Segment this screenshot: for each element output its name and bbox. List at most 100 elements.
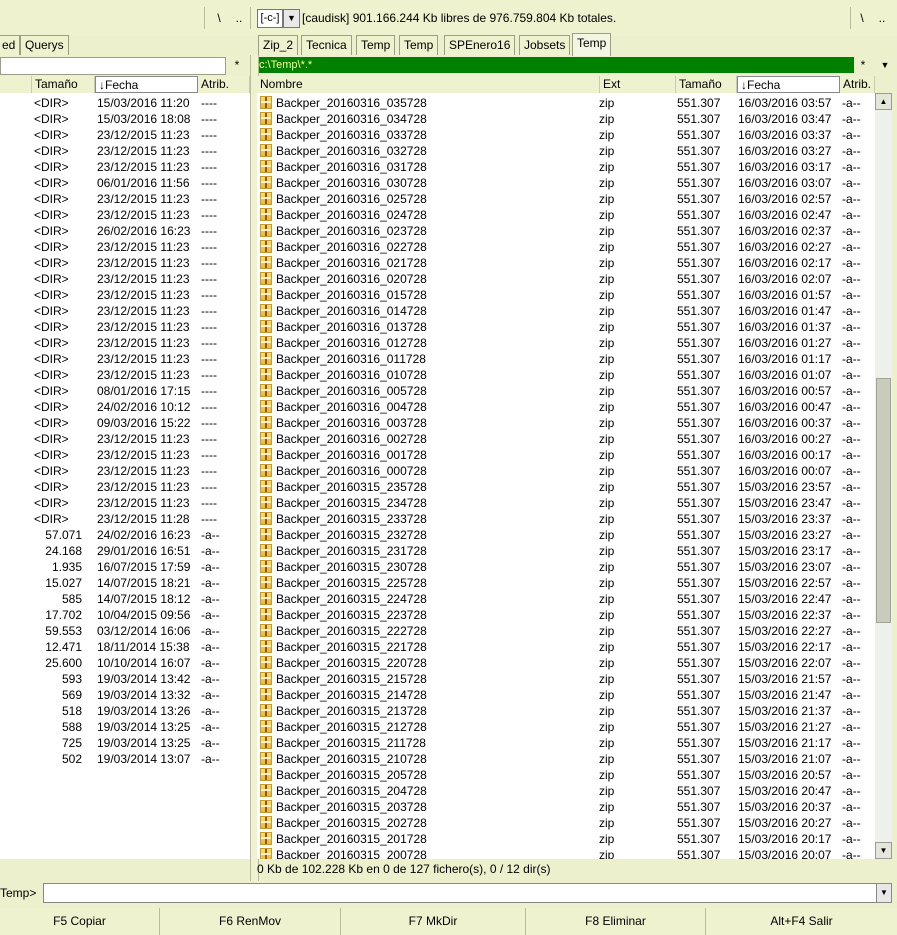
f5-copy-button[interactable]: F5 Copiar	[0, 908, 160, 935]
table-row[interactable]: Backper_20160316_032728 zip 551.307 16/03/2…	[257, 143, 875, 159]
table-row[interactable]: <DIR> 23/12/2015 11:28 ----	[0, 511, 250, 527]
right-tab-active[interactable]: Temp	[572, 33, 612, 56]
table-row[interactable]: <DIR> 23/12/2015 11:23 ----	[0, 143, 250, 159]
table-row[interactable]: Backper_20160316_004728 zip 551.307 16/03/2…	[257, 399, 875, 415]
table-row[interactable]: Backper_20160316_001728 zip 551.307 16/03/2…	[257, 447, 875, 463]
table-row[interactable]: Backper_20160315_222728 zip 551.307 15/03/2…	[257, 623, 875, 639]
left-up-button[interactable]: ..	[232, 8, 246, 28]
table-row[interactable]: <DIR> 23/12/2015 11:23 ----	[0, 271, 250, 287]
right-file-panel[interactable]: Nombre Ext Tamaño ↓Fecha Atrib. Backper_…	[257, 76, 875, 859]
table-row[interactable]: Backper_20160315_221728 zip 551.307 15/03/2…	[257, 639, 875, 655]
f6-rename-move-button[interactable]: F6 RenMov	[160, 908, 341, 935]
right-tab[interactable]: Temp	[356, 35, 396, 55]
table-row[interactable]: <DIR> 23/12/2015 11:23 ----	[0, 239, 250, 255]
alt-f4-exit-button[interactable]: Alt+F4 Salir	[706, 908, 897, 935]
left-filter-star-button[interactable]: *	[227, 57, 247, 73]
table-row[interactable]: <DIR> 09/03/2016 15:22 ----	[0, 415, 250, 431]
table-row[interactable]: Backper_20160315_211728 zip 551.307 15/03/2…	[257, 735, 875, 751]
table-row[interactable]: Backper_20160316_013728 zip 551.307 16/03/2…	[257, 319, 875, 335]
table-row[interactable]: 585 14/07/2015 18:12 -a--	[0, 591, 250, 607]
table-row[interactable]: Backper_20160315_200728 zip 551.307 15/03/2…	[257, 847, 875, 859]
table-row[interactable]: <DIR> 23/12/2015 11:23 ----	[0, 431, 250, 447]
table-row[interactable]: Backper_20160315_232728 zip 551.307 15/03/2…	[257, 527, 875, 543]
table-row[interactable]: <DIR> 23/12/2015 11:23 ----	[0, 159, 250, 175]
table-row[interactable]: 725 19/03/2014 13:25 -a--	[0, 735, 250, 751]
table-row[interactable]: Backper_20160316_003728 zip 551.307 16/03/2…	[257, 415, 875, 431]
table-row[interactable]: <DIR> 23/12/2015 11:23 ----	[0, 447, 250, 463]
table-row[interactable]: <DIR> 26/02/2016 16:23 ----	[0, 223, 250, 239]
right-filter-star-button[interactable]: *	[853, 57, 873, 73]
left-col-size[interactable]: Tamaño	[32, 76, 95, 93]
path-history-dropdown-icon[interactable]: ▼	[876, 57, 894, 73]
left-root-button[interactable]: \	[212, 8, 226, 28]
table-row[interactable]: Backper_20160315_235728 zip 551.307 15/03/2…	[257, 479, 875, 495]
table-row[interactable]: Backper_20160315_231728 zip 551.307 15/03/2…	[257, 543, 875, 559]
table-row[interactable]: Backper_20160316_035728 zip 551.307 16/03/2…	[257, 95, 875, 111]
table-row[interactable]: Backper_20160316_015728 zip 551.307 16/03/2…	[257, 287, 875, 303]
table-row[interactable]: <DIR> 06/01/2016 11:56 ----	[0, 175, 250, 191]
scroll-thumb[interactable]	[876, 378, 891, 623]
scroll-down-icon[interactable]: ▼	[875, 842, 892, 859]
table-row[interactable]: 57.071 24/02/2016 16:23 -a--	[0, 527, 250, 543]
right-col-attr[interactable]: Atrib.	[840, 76, 875, 93]
table-row[interactable]: Backper_20160316_023728 zip 551.307 16/03/2…	[257, 223, 875, 239]
table-row[interactable]: Backper_20160316_022728 zip 551.307 16/03/2…	[257, 239, 875, 255]
table-row[interactable]: <DIR> 23/12/2015 11:23 ----	[0, 351, 250, 367]
table-row[interactable]: <DIR> 23/12/2015 11:23 ----	[0, 463, 250, 479]
drive-select[interactable]: [-c-]	[257, 9, 283, 28]
right-tab[interactable]: Zip_2	[258, 35, 299, 55]
command-input[interactable]	[43, 883, 877, 903]
table-row[interactable]: Backper_20160315_234728 zip 551.307 15/03/2…	[257, 495, 875, 511]
table-row[interactable]: 502 19/03/2014 13:07 -a--	[0, 751, 250, 767]
left-tab[interactable]: Querys	[20, 35, 69, 55]
left-col-name[interactable]	[0, 76, 32, 93]
table-row[interactable]: Backper_20160315_210728 zip 551.307 15/03/2…	[257, 751, 875, 767]
table-row[interactable]: Backper_20160316_031728 zip 551.307 16/03/2…	[257, 159, 875, 175]
left-col-attr[interactable]: Atrib.	[198, 76, 250, 93]
table-row[interactable]: Backper_20160316_000728 zip 551.307 16/03/2…	[257, 463, 875, 479]
table-row[interactable]: Backper_20160315_204728 zip 551.307 15/03/2…	[257, 783, 875, 799]
drive-dropdown-icon[interactable]: ▼	[283, 9, 300, 28]
table-row[interactable]: 24.168 29/01/2016 16:51 -a--	[0, 543, 250, 559]
right-col-ext[interactable]: Ext	[600, 76, 676, 93]
table-row[interactable]: Backper_20160316_033728 zip 551.307 16/03/2…	[257, 127, 875, 143]
right-root-button[interactable]: \	[855, 8, 869, 28]
table-row[interactable]: <DIR> 23/12/2015 11:23 ----	[0, 127, 250, 143]
table-row[interactable]: Backper_20160315_215728 zip 551.307 15/03/2…	[257, 671, 875, 687]
table-row[interactable]: Backper_20160315_230728 zip 551.307 15/03/2…	[257, 559, 875, 575]
table-row[interactable]: Backper_20160316_011728 zip 551.307 16/03/2…	[257, 351, 875, 367]
table-row[interactable]: Backper_20160315_205728 zip 551.307 15/03/2…	[257, 767, 875, 783]
table-row[interactable]: Backper_20160316_005728 zip 551.307 16/03/2…	[257, 383, 875, 399]
right-col-date[interactable]: ↓Fecha	[737, 76, 840, 93]
table-row[interactable]: 518 19/03/2014 13:26 -a--	[0, 703, 250, 719]
table-row[interactable]: Backper_20160315_233728 zip 551.307 15/03/2…	[257, 511, 875, 527]
table-row[interactable]: Backper_20160316_002728 zip 551.307 16/03/2…	[257, 431, 875, 447]
table-row[interactable]: <DIR> 23/12/2015 11:23 ----	[0, 495, 250, 511]
table-row[interactable]: <DIR> 24/02/2016 10:12 ----	[0, 399, 250, 415]
left-col-date[interactable]: ↓Fecha	[95, 76, 198, 93]
table-row[interactable]: Backper_20160315_224728 zip 551.307 15/03/2…	[257, 591, 875, 607]
right-scrollbar[interactable]: ▲ ▼	[875, 93, 892, 859]
table-row[interactable]: Backper_20160316_024728 zip 551.307 16/03/2…	[257, 207, 875, 223]
table-row[interactable]: <DIR> 15/03/2016 11:20 ----	[0, 95, 250, 111]
right-tab[interactable]: Tecnica	[301, 35, 352, 55]
table-row[interactable]: Backper_20160316_034728 zip 551.307 16/03/2…	[257, 111, 875, 127]
table-row[interactable]: Backper_20160316_025728 zip 551.307 16/03/2…	[257, 191, 875, 207]
right-col-size[interactable]: Tamaño	[676, 76, 737, 93]
right-col-name[interactable]: Nombre	[257, 76, 600, 93]
table-row[interactable]: <DIR> 23/12/2015 11:23 ----	[0, 255, 250, 271]
f8-delete-button[interactable]: F8 Eliminar	[526, 908, 706, 935]
table-row[interactable]: 15.027 14/07/2015 18:21 -a--	[0, 575, 250, 591]
table-row[interactable]: Backper_20160315_213728 zip 551.307 15/03/2…	[257, 703, 875, 719]
table-row[interactable]: 593 19/03/2014 13:42 -a--	[0, 671, 250, 687]
table-row[interactable]: 12.471 18/11/2014 15:38 -a--	[0, 639, 250, 655]
table-row[interactable]: Backper_20160315_223728 zip 551.307 15/03/2…	[257, 607, 875, 623]
table-row[interactable]: <DIR> 23/12/2015 11:23 ----	[0, 287, 250, 303]
right-tab[interactable]: Temp	[399, 35, 439, 55]
table-row[interactable]: Backper_20160315_220728 zip 551.307 15/03/2…	[257, 655, 875, 671]
table-row[interactable]: <DIR> 23/12/2015 11:23 ----	[0, 191, 250, 207]
scroll-up-icon[interactable]: ▲	[875, 93, 892, 110]
left-path-field[interactable]	[0, 57, 226, 75]
table-row[interactable]: <DIR> 23/12/2015 11:23 ----	[0, 319, 250, 335]
table-row[interactable]: Backper_20160316_014728 zip 551.307 16/03/2…	[257, 303, 875, 319]
